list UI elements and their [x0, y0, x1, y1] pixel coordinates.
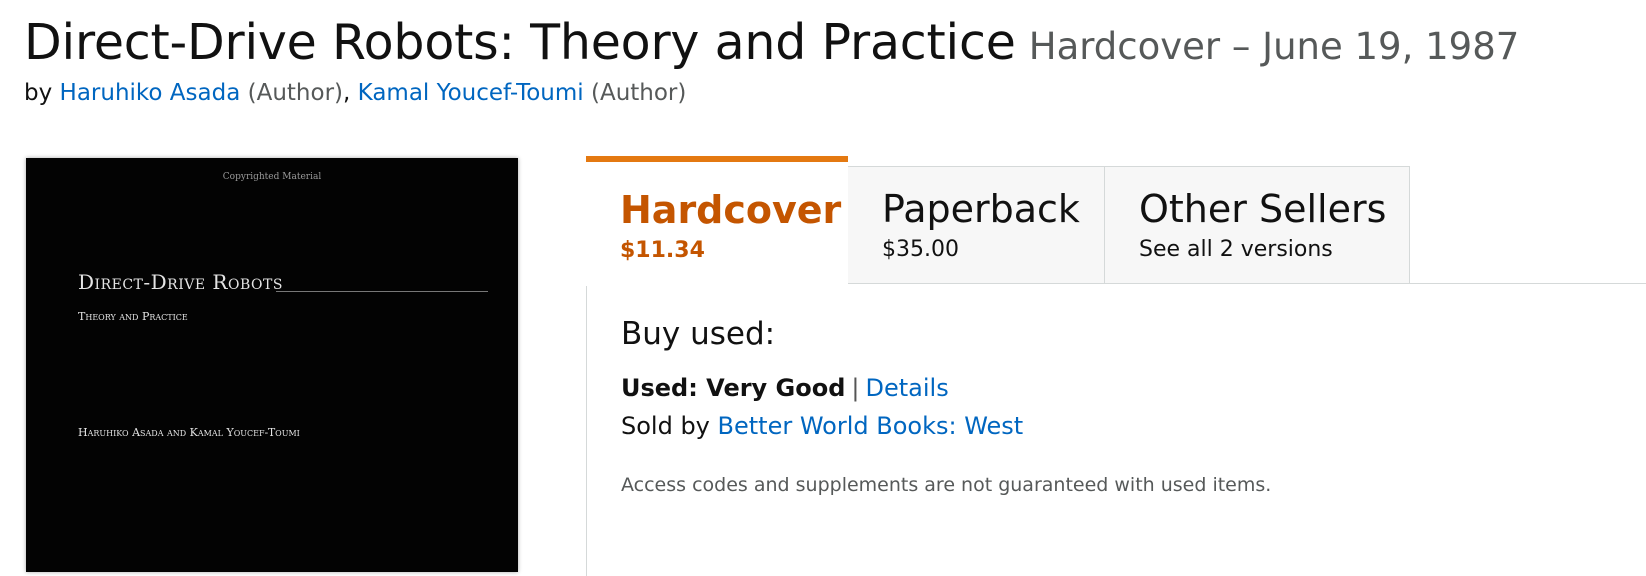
- tab-label: Paperback: [882, 187, 1080, 231]
- byline: by Haruhiko Asada (Author), Kamal Youcef…: [24, 80, 686, 106]
- condition-line: Used: Very Good | Details: [621, 374, 949, 402]
- tab-price: $11.34: [620, 238, 705, 263]
- separator: |: [851, 374, 860, 402]
- author-separator: ,: [343, 80, 351, 106]
- product-title-row: Direct-Drive Robots: Theory and Practice…: [24, 14, 1519, 71]
- tab-see-all-versions: See all 2 versions: [1139, 237, 1333, 262]
- buy-panel: Buy used: Used: Very Good | Details Sold b…: [586, 286, 1646, 576]
- tab-paperback[interactable]: Paperback $35.00: [847, 166, 1105, 283]
- tab-label: Other Sellers: [1139, 187, 1387, 231]
- condition-label: Used: Very Good: [621, 374, 846, 402]
- buy-used-heading: Buy used:: [621, 316, 776, 352]
- sold-by-label: Sold by: [621, 412, 710, 440]
- tab-label: Hardcover: [620, 188, 842, 232]
- book-cover-image[interactable]: Copyrighted Material Direct-Drive Robots…: [26, 158, 518, 572]
- tab-other-sellers[interactable]: Other Sellers See all 2 versions: [1104, 166, 1410, 283]
- by-label: by: [24, 80, 53, 106]
- sold-by-line: Sold by Better World Books: West: [621, 412, 1023, 440]
- seller-link[interactable]: Better World Books: West: [718, 412, 1024, 440]
- author-role: (Author): [590, 80, 687, 106]
- format-and-date: Hardcover – June 19, 1987: [1028, 25, 1520, 68]
- cover-authors: Haruhiko Asada and Kamal Youcef-Toumi: [78, 426, 300, 439]
- tab-hardcover[interactable]: Hardcover $11.34: [586, 156, 848, 286]
- author-role: (Author): [247, 80, 344, 106]
- cover-copyright-text: Copyrighted Material: [222, 172, 322, 182]
- tabs-divider: [846, 283, 1646, 284]
- tab-price: $35.00: [882, 237, 959, 262]
- product-title: Direct-Drive Robots: Theory and Practice: [24, 14, 1016, 71]
- access-codes-note: Access codes and supplements are not gua…: [621, 474, 1272, 496]
- details-link[interactable]: Details: [866, 374, 949, 402]
- cover-subtitle: Theory and Practice: [78, 310, 188, 323]
- author-link-asada[interactable]: Haruhiko Asada: [60, 80, 241, 106]
- format-tabs: Hardcover $11.34 Paperback $35.00 Other …: [586, 156, 1646, 286]
- cover-rule: [276, 291, 488, 292]
- author-link-youcef-toumi[interactable]: Kamal Youcef-Toumi: [358, 80, 584, 106]
- cover-title: Direct-Drive Robots: [78, 270, 283, 294]
